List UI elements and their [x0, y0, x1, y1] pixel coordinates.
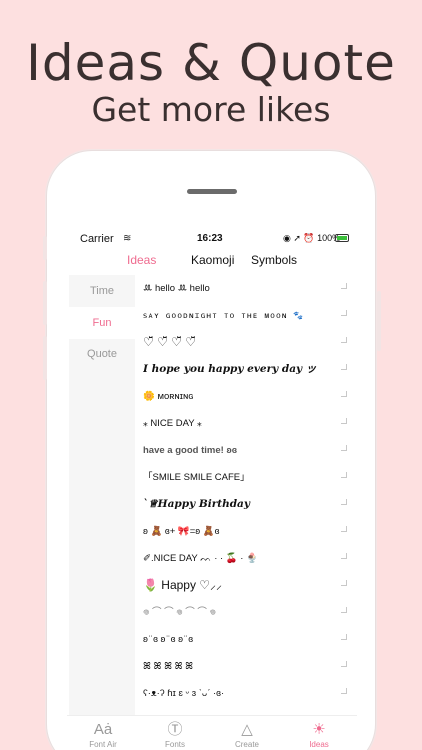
list-item-text: ˋ♕Happy Birthday: [143, 498, 250, 510]
list-item[interactable]: 𖦹 ⌒ ⌒ 𖦹 ⌒ ⌒ 𖦹: [143, 599, 349, 626]
tab-ideas[interactable]: Ideas: [127, 253, 156, 267]
list-item-text: ʚ 🧸 ɞ+ 🎀=ʚ 🧸ɞ: [143, 526, 220, 537]
promo-headline: Ideas & Quote: [26, 34, 396, 92]
list-item[interactable]: ꜱᴀʏ ɢᴏᴏᴅɴɪɢʜᴛ ᴛᴏ ᴛʜᴇ ᴍᴏᴏɴ 🐾: [143, 302, 349, 329]
phone-speaker: [187, 189, 237, 194]
sidebar-item-quote[interactable]: Quote: [69, 338, 135, 370]
battery-icon: [335, 234, 349, 242]
list-item-text: 𖦹 ⌒ ⌒ 𖦹 ⌒ ⌒ 𖦹: [143, 607, 216, 618]
list-item-text: 🌼 ᴍᴏʀɴɪɴɢ: [143, 391, 194, 402]
nav-create[interactable]: △ Create: [217, 720, 277, 749]
list-item[interactable]: ✐.NICE DAY ᨓ · · 🍒 · 🍨: [143, 545, 349, 572]
lightbulb-icon: ☀: [312, 721, 326, 738]
list-item[interactable]: ꔛ hello ꔛ hello: [143, 275, 349, 302]
nav-ideas[interactable]: ☀ Ideas: [289, 720, 349, 749]
top-tabs: Ideas Kaomoji Symbols: [67, 253, 357, 275]
list-item[interactable]: 「SMILE SMILE CAFE」: [143, 464, 349, 491]
wifi-icon: ≋: [123, 233, 132, 244]
list-item[interactable]: ʕ·ᴥ·ʔ ɦɪ ɛ ᵕ ɜ ˋᴗˊ ·ɞ·: [143, 680, 349, 707]
nav-create-label: Create: [234, 740, 259, 749]
nav-fonts[interactable]: Ⓣ Fonts: [145, 720, 205, 749]
app-screen: Carrier ≋ 16:23 ◉ ➚ ⏰ 100% Ideas Kaomoji…: [67, 231, 357, 750]
list-item[interactable]: ʚ 🧸 ɞ+ 🎀=ʚ 🧸ɞ: [143, 518, 349, 545]
status-carrier: Carrier: [80, 233, 114, 245]
list-item[interactable]: 🌷 Happy ♡⸝⸝: [143, 572, 349, 599]
list-item[interactable]: ˋ♕Happy Birthday: [143, 491, 349, 518]
list-item-text: 🌷 Happy ♡⸝⸝: [143, 578, 223, 592]
list-item[interactable]: ʚ ̈ ɞ ʚ ̈ ɞ ʚ ̈ ɞ: [143, 626, 349, 653]
sidebar-item-time[interactable]: Time: [69, 275, 135, 307]
bottom-nav: Aȧ Font Air Ⓣ Fonts △ Create ☀ Ideas: [67, 715, 357, 750]
phone-side-button: [43, 281, 47, 325]
nav-font-air[interactable]: Aȧ Font Air: [73, 720, 133, 749]
promo-subline: Get more likes: [91, 90, 331, 129]
category-sidebar: Time Fun Quote: [69, 275, 135, 715]
nav-ideas-label: Ideas: [309, 740, 329, 749]
list-item[interactable]: ♡̆̈ ♡̆̈ ♡̆̈ ♡̆̈: [143, 329, 349, 356]
list-item-text: have a good time! ʚɞ: [143, 445, 238, 456]
fonts-icon: Ⓣ: [167, 721, 183, 738]
list-item-text: I hope you happy every day ッ: [143, 363, 317, 375]
ideas-list: ꔛ hello ꔛ hello ꜱᴀʏ ɢᴏᴏᴅɴɪɢʜᴛ ᴛᴏ ᴛʜᴇ ᴍᴏᴏ…: [139, 275, 351, 715]
list-item-text: ♡̆̈ ♡̆̈ ♡̆̈ ♡̆̈: [143, 335, 197, 349]
font-air-icon: Aȧ: [93, 721, 113, 738]
list-item-text: ʕ·ᴥ·ʔ ɦɪ ɛ ᵕ ɜ ˋᴗˊ ·ɞ·: [143, 688, 225, 699]
list-item[interactable]: 🌼 ᴍᴏʀɴɪɴɢ: [143, 383, 349, 410]
list-item[interactable]: ꕤ ꕤ ꕤ ꕤ ꕤ: [143, 653, 349, 680]
list-item-text: 「SMILE SMILE CAFE」: [143, 472, 250, 483]
status-bar: Carrier ≋ 16:23 ◉ ➚ ⏰ 100%: [67, 233, 357, 249]
list-item-text: ꕤ ꕤ ꕤ ꕤ ꕤ: [143, 661, 194, 672]
list-item[interactable]: I hope you happy every day ッ: [143, 356, 349, 383]
phone-side-button: [43, 236, 47, 260]
list-item-text: ʚ ̈ ɞ ʚ ̈ ɞ ʚ ̈ ɞ: [143, 634, 194, 645]
status-indicators: ◉ ➚ ⏰ 100%: [283, 233, 341, 243]
phone-side-button: [43, 336, 47, 380]
list-item[interactable]: have a good time! ʚɞ: [143, 437, 349, 464]
tab-kaomoji[interactable]: Kaomoji: [191, 253, 234, 267]
list-item[interactable]: ⁎ NICE DAY ⁎: [143, 410, 349, 437]
create-icon: △: [241, 721, 253, 738]
list-item-text: ⁎ NICE DAY ⁎: [143, 418, 202, 429]
list-item-text: ꔛ hello ꔛ hello: [143, 283, 210, 294]
nav-font-air-label: Font Air: [89, 740, 117, 749]
status-time: 16:23: [197, 233, 223, 244]
list-item-text: ✐.NICE DAY ᨓ · · 🍒 · 🍨: [143, 553, 258, 564]
phone-frame: Carrier ≋ 16:23 ◉ ➚ ⏰ 100% Ideas Kaomoji…: [43, 150, 381, 750]
sidebar-item-fun[interactable]: Fun: [69, 307, 135, 339]
tab-symbols[interactable]: Symbols: [251, 253, 297, 267]
list-item-text: ꜱᴀʏ ɢᴏᴏᴅɴɪɢʜᴛ ᴛᴏ ᴛʜᴇ ᴍᴏᴏɴ 🐾: [143, 311, 305, 320]
nav-fonts-label: Fonts: [164, 740, 185, 749]
phone-side-button: [377, 291, 381, 351]
